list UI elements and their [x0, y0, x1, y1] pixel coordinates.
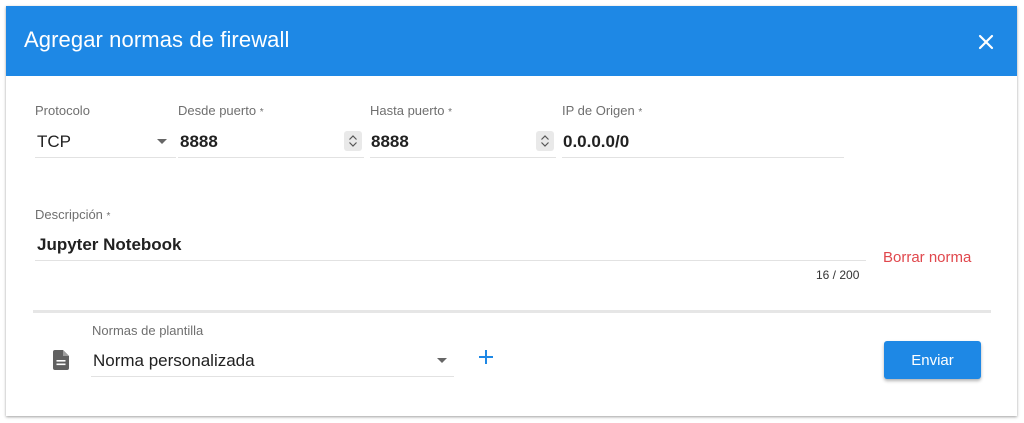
- required-mark: *: [106, 211, 111, 222]
- add-template-button[interactable]: [475, 346, 497, 368]
- source-ip-input[interactable]: 0.0.0.0/0: [563, 132, 629, 152]
- stepper-arrows-icon: [541, 135, 549, 147]
- to-port-underline: [370, 157, 556, 158]
- description-underline: [35, 260, 866, 261]
- close-button[interactable]: [972, 28, 1000, 56]
- protocol-label-text: Protocolo: [35, 103, 90, 118]
- delete-rule-button[interactable]: Borrar norma: [883, 249, 971, 266]
- required-mark: *: [638, 107, 643, 118]
- to-port-label: Hasta puerto *: [370, 103, 452, 118]
- from-port-stepper[interactable]: [344, 131, 362, 151]
- close-icon: [978, 34, 994, 50]
- description-label: Descripción *: [35, 207, 110, 222]
- document-icon: [53, 350, 69, 370]
- source-ip-label: IP de Origen *: [562, 103, 642, 118]
- description-input[interactable]: Jupyter Notebook: [37, 235, 182, 255]
- required-mark: *: [259, 107, 264, 118]
- protocol-label: Protocolo: [35, 103, 90, 118]
- chevron-down-icon[interactable]: [436, 357, 448, 365]
- description-label-text: Descripción: [35, 207, 103, 222]
- required-mark: *: [448, 107, 452, 118]
- submit-button[interactable]: Enviar: [884, 341, 981, 379]
- stepper-arrows-icon: [349, 135, 357, 147]
- template-underline: [91, 376, 454, 377]
- template-select[interactable]: Norma personalizada: [93, 351, 255, 371]
- from-port-label: Desde puerto *: [178, 103, 264, 118]
- template-label: Normas de plantilla: [92, 323, 204, 338]
- to-port-input[interactable]: 8888: [371, 132, 409, 152]
- to-port-label-text: Hasta puerto: [370, 103, 445, 118]
- plus-icon: [479, 350, 493, 364]
- from-port-underline: [178, 157, 364, 158]
- dialog-header: Agregar normas de firewall: [6, 6, 1017, 76]
- source-ip-label-text: IP de Origen: [562, 103, 635, 118]
- protocol-select[interactable]: TCP: [37, 132, 71, 152]
- firewall-rule-dialog: Agregar normas de firewall Protocolo TCP…: [6, 6, 1017, 416]
- protocol-underline: [35, 157, 176, 158]
- description-char-counter: 16 / 200: [816, 268, 860, 282]
- from-port-label-text: Desde puerto: [178, 103, 257, 118]
- to-port-stepper[interactable]: [536, 131, 554, 151]
- section-divider: [33, 310, 991, 313]
- dialog-title: Agregar normas de firewall: [24, 27, 290, 52]
- from-port-input[interactable]: 8888: [180, 132, 218, 152]
- source-ip-underline: [562, 157, 844, 158]
- chevron-down-icon[interactable]: [156, 138, 168, 146]
